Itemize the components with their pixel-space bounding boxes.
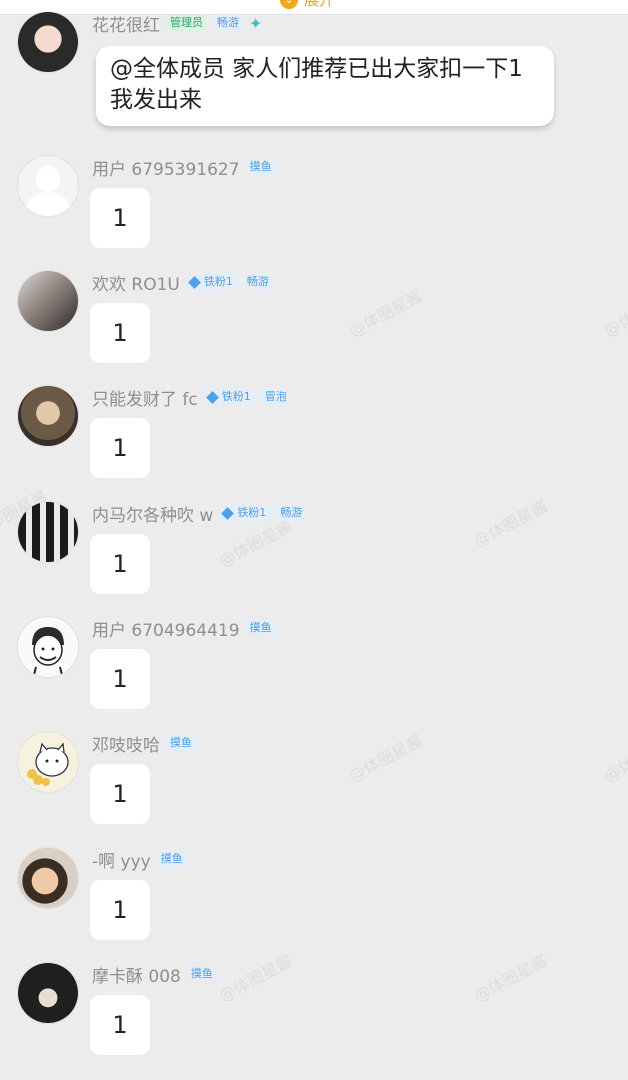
- fan-badge-label: 铁粉1: [237, 506, 267, 519]
- fan-badge-label: 铁粉1: [221, 390, 251, 403]
- avatar[interactable]: [18, 386, 78, 446]
- sender-name[interactable]: 只能发财了 fc: [92, 385, 198, 410]
- cartoon-cat-icon: [27, 742, 69, 786]
- level-badge: 畅游: [276, 505, 307, 521]
- level-badge: 畅游: [213, 15, 243, 31]
- level-badge: 摸鱼: [166, 735, 196, 751]
- diamond-icon: [187, 275, 201, 289]
- avatar[interactable]: [18, 963, 78, 1023]
- fan-badge: 铁粉1: [219, 505, 271, 521]
- watermark: @体圈星酱: [345, 731, 426, 786]
- fan-badge-label: 铁粉1: [203, 275, 233, 288]
- level-badge: 畅游: [242, 274, 273, 290]
- cartoon-face-icon: [32, 627, 64, 676]
- expand-label: 展开: [304, 0, 335, 9]
- diamond-icon: [205, 390, 219, 404]
- level-badge: 冒泡: [260, 389, 291, 405]
- chevron-down-icon: ⌄: [280, 0, 298, 9]
- fan-badge: 铁粉1: [203, 389, 255, 405]
- message-bubble[interactable]: @全体成员 家人们推荐已出大家扣一下1我发出来: [96, 46, 554, 126]
- fan-badge: 铁粉1: [185, 274, 237, 290]
- avatar[interactable]: [18, 617, 78, 677]
- avatar[interactable]: [18, 271, 78, 331]
- level-badge: 摸鱼: [186, 966, 217, 982]
- sender-row: -啊 yyy 摸鱼: [92, 847, 187, 872]
- sender-row: 用户 6704964419 摸鱼: [92, 616, 276, 641]
- message-bubble[interactable]: 1: [90, 880, 150, 940]
- watermark: @体圈星酱: [600, 731, 628, 786]
- avatar[interactable]: [18, 12, 78, 72]
- message-bubble[interactable]: 1: [90, 764, 150, 824]
- sender-name[interactable]: 花花很红: [92, 11, 160, 36]
- avatar[interactable]: [18, 156, 78, 216]
- sender-row: 花花很红 管理员 畅游 ✦: [92, 11, 263, 36]
- sender-name[interactable]: 用户 6795391627: [92, 155, 240, 180]
- message-bubble[interactable]: 1: [90, 649, 150, 709]
- watermark: @体圈星酱: [345, 286, 426, 341]
- sender-name[interactable]: 欢欢 RO1U: [92, 270, 180, 295]
- bird-icon: ✦: [249, 13, 263, 33]
- level-badge: 摸鱼: [245, 159, 276, 175]
- sender-name[interactable]: 内马尔各种吹 w: [92, 501, 213, 526]
- sender-name[interactable]: 摩卡酥 008: [92, 962, 181, 987]
- admin-badge: 管理员: [166, 15, 207, 31]
- message-bubble[interactable]: 1: [90, 303, 150, 363]
- watermark: @体圈星酱: [470, 496, 551, 551]
- level-badge: 摸鱼: [245, 620, 276, 636]
- sender-row: 欢欢 RO1U 铁粉1 畅游: [92, 270, 273, 295]
- sender-name[interactable]: 邓吱吱哈: [92, 731, 160, 756]
- diamond-icon: [221, 506, 235, 520]
- sender-row: 内马尔各种吹 w 铁粉1 畅游: [92, 501, 307, 526]
- sender-name[interactable]: 用户 6704964419: [92, 616, 240, 641]
- sender-row: 邓吱吱哈 摸鱼: [92, 731, 196, 756]
- message-bubble[interactable]: 1: [90, 995, 150, 1055]
- avatar[interactable]: [18, 502, 78, 562]
- sender-name[interactable]: -啊 yyy: [92, 847, 151, 872]
- sender-row: 只能发财了 fc 铁粉1 冒泡: [92, 385, 291, 410]
- watermark: @体圈星酱: [600, 286, 628, 341]
- avatar[interactable]: [18, 732, 78, 792]
- message-bubble[interactable]: 1: [90, 534, 150, 594]
- message-bubble[interactable]: 1: [90, 418, 150, 478]
- message-bubble[interactable]: 1: [90, 188, 150, 248]
- watermark: @体圈星酱: [470, 951, 551, 1006]
- watermark: @体圈星酱: [215, 951, 296, 1006]
- level-badge: 摸鱼: [156, 851, 187, 867]
- expand-button[interactable]: ⌄ 展开: [280, 0, 334, 9]
- sender-row: 摩卡酥 008 摸鱼: [92, 962, 217, 987]
- avatar[interactable]: [18, 848, 78, 908]
- sender-row: 用户 6795391627 摸鱼: [92, 155, 276, 180]
